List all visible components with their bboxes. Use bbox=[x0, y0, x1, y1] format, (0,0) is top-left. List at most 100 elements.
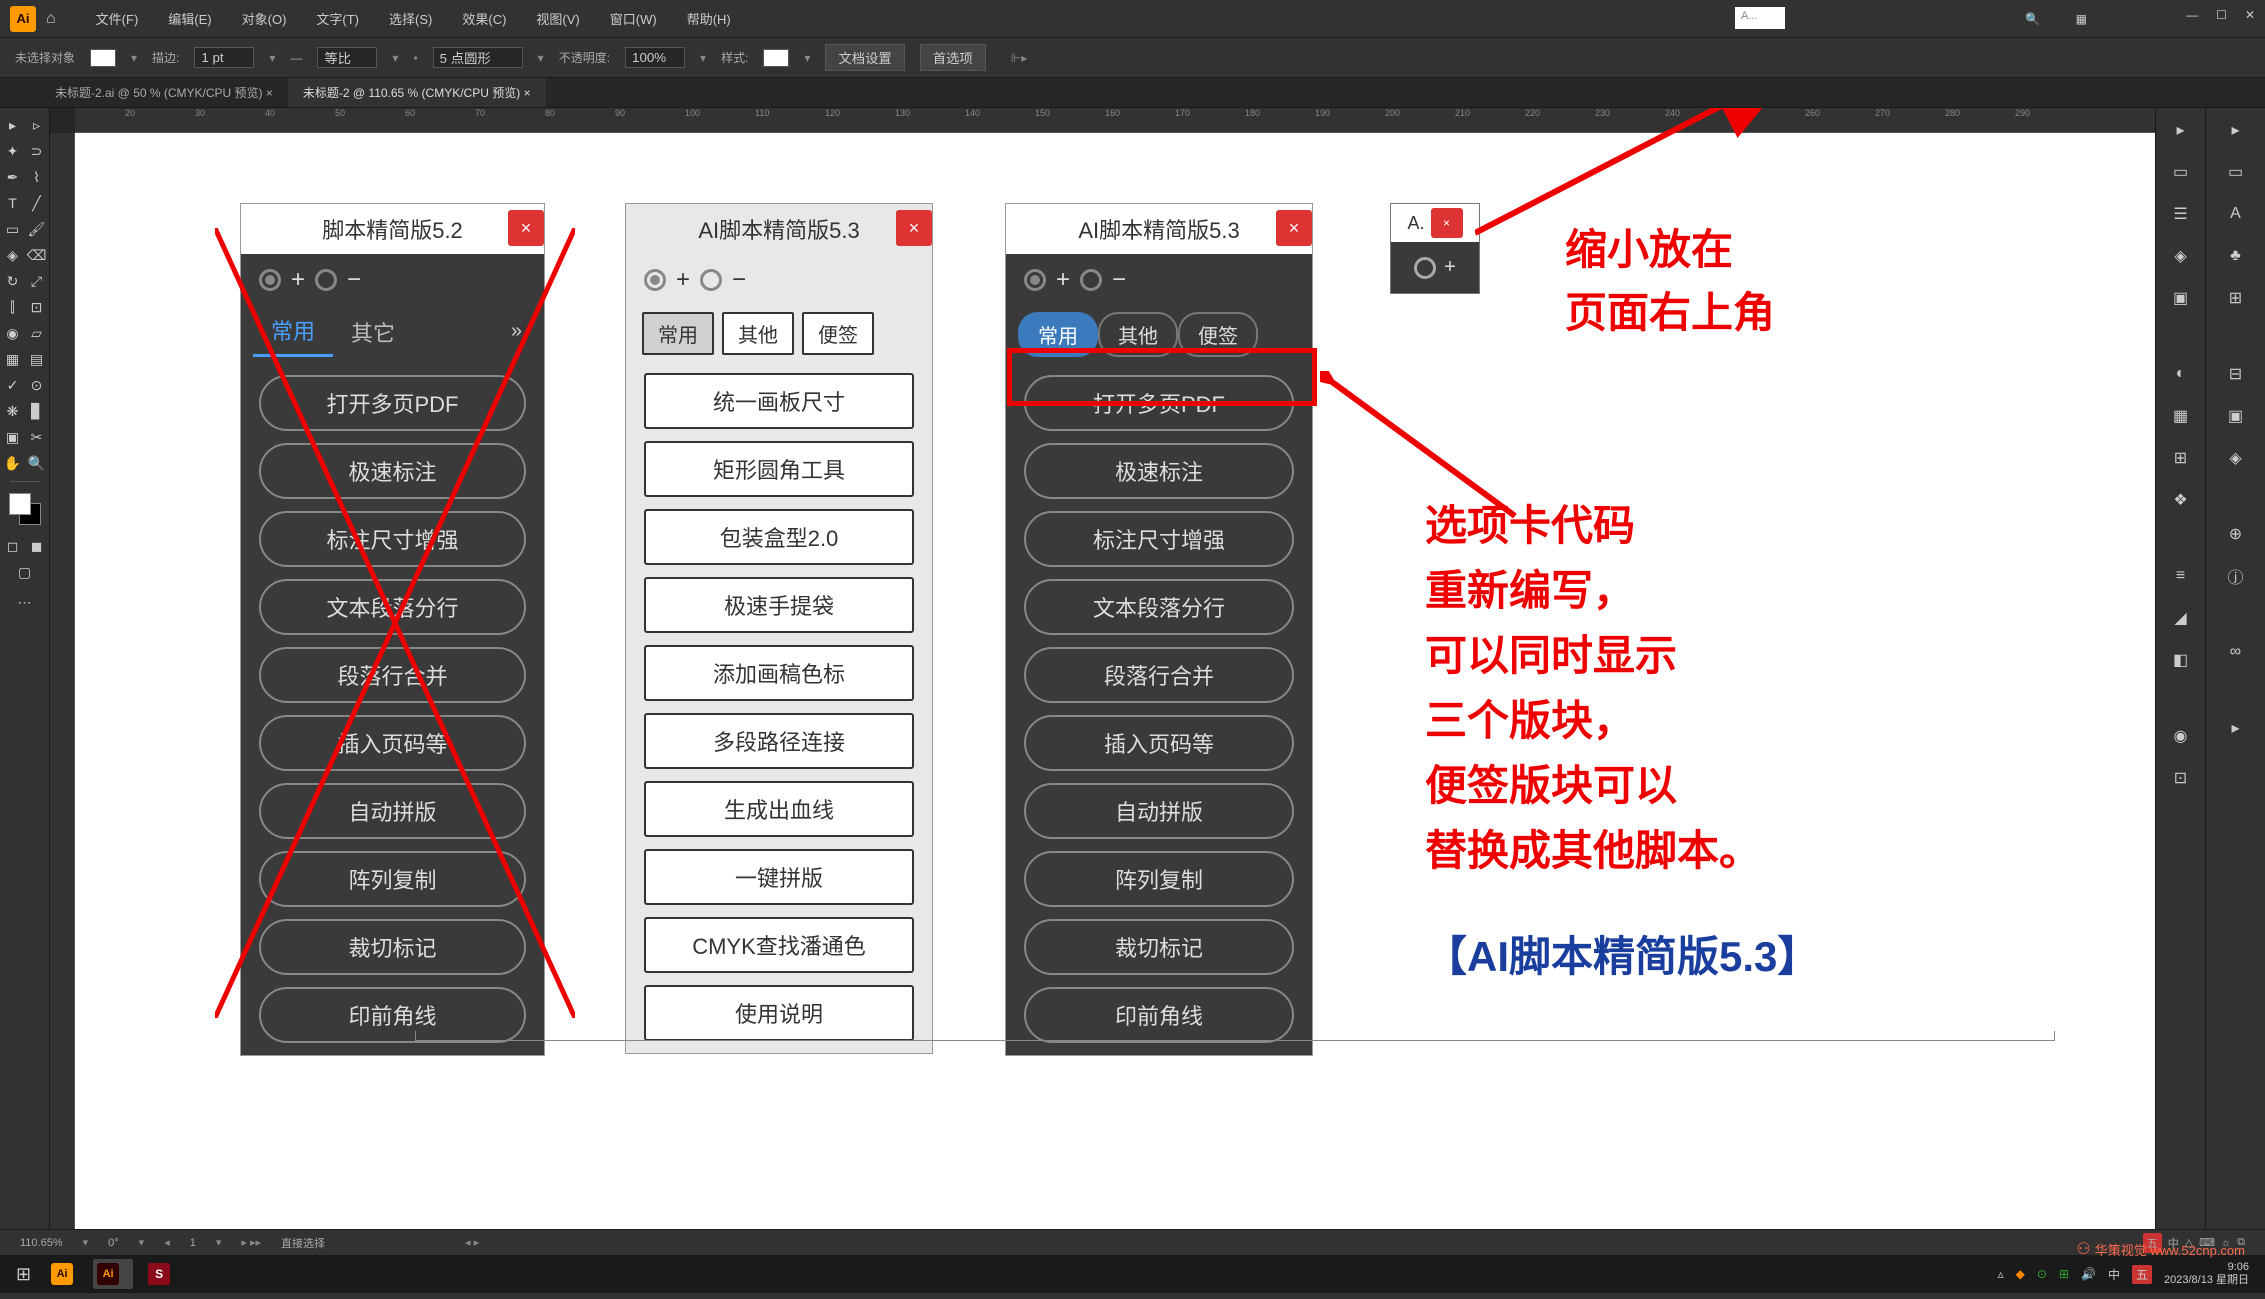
eraser-tool[interactable]: ⌫ bbox=[26, 244, 48, 266]
panel-52-btn-2[interactable]: 标注尺寸增强 bbox=[259, 511, 526, 567]
panel-a-icon[interactable]: ▭ bbox=[2222, 158, 2250, 186]
panel-53-dark-btn-3[interactable]: 文本段落分行 bbox=[1024, 579, 1294, 635]
panel-53-dark-btn-4[interactable]: 段落行合并 bbox=[1024, 647, 1294, 703]
panel-52-close[interactable]: × bbox=[508, 210, 544, 246]
links-icon[interactable]: ∞ bbox=[2222, 638, 2250, 666]
close-icon[interactable]: ✕ bbox=[2245, 8, 2255, 22]
layers-icon[interactable]: ☰ bbox=[2167, 200, 2195, 228]
panel-53-light-radio-2[interactable] bbox=[700, 269, 722, 291]
menu-select[interactable]: 选择(S) bbox=[374, 9, 447, 28]
draw-mode-behind[interactable]: ◼ bbox=[26, 535, 48, 557]
panel-53-dark-tab-other[interactable]: 其他 bbox=[1098, 312, 1178, 357]
uniform-input[interactable] bbox=[317, 47, 377, 68]
shape-input[interactable] bbox=[433, 47, 523, 68]
doc-tab-1[interactable]: 未标题-2.ai @ 50 % (CMYK/CPU 预览) × bbox=[40, 78, 288, 107]
stroke-panel-icon[interactable]: ≡ bbox=[2167, 562, 2195, 590]
fg-color[interactable] bbox=[9, 493, 31, 515]
stroke-weight-input[interactable] bbox=[194, 47, 254, 68]
prefs-button[interactable]: 首选项 bbox=[920, 44, 986, 71]
tray-icon-1[interactable]: ▵ bbox=[1998, 1267, 2004, 1281]
align-icon[interactable]: ⊩▸ bbox=[1011, 51, 1027, 65]
shape-builder-tool[interactable]: ◉ bbox=[2, 322, 24, 344]
tray-vol-icon[interactable]: 🔊 bbox=[2081, 1267, 2096, 1281]
zoom-value[interactable]: 110.65% bbox=[20, 1237, 63, 1249]
panel-52-btn-7[interactable]: 阵列复制 bbox=[259, 851, 526, 907]
home-icon[interactable]: ⌂ bbox=[46, 10, 56, 28]
panel-52-radio-1[interactable] bbox=[259, 269, 281, 291]
artboard-tool[interactable]: ▣ bbox=[2, 426, 24, 448]
comments-icon[interactable]: ▸ bbox=[2222, 116, 2250, 144]
app-logo[interactable]: Ai bbox=[10, 6, 36, 32]
panel-53-light-btn-5[interactable]: 多段路径连接 bbox=[644, 713, 914, 769]
panel-52-btn-3[interactable]: 文本段落分行 bbox=[259, 579, 526, 635]
menu-edit[interactable]: 编辑(E) bbox=[153, 9, 226, 28]
tray-icon-2[interactable]: ◆ bbox=[2016, 1267, 2025, 1281]
rotate-tool[interactable]: ↻ bbox=[2, 270, 24, 292]
doc-tab-2[interactable]: 未标题-2 @ 110.65 % (CMYK/CPU 预览) × bbox=[288, 78, 546, 107]
menu-file[interactable]: 文件(F) bbox=[81, 9, 154, 28]
type-tool[interactable]: T bbox=[2, 192, 24, 214]
selection-tool[interactable]: ▸ bbox=[2, 114, 24, 136]
mesh-tool[interactable]: ▦ bbox=[2, 348, 24, 370]
artboard-nav[interactable]: 1 bbox=[190, 1237, 196, 1249]
gradient-tool[interactable]: ▤ bbox=[26, 348, 48, 370]
libraries-icon[interactable]: ▭ bbox=[2167, 158, 2195, 186]
zoom-tool[interactable]: 🔍 bbox=[26, 452, 48, 474]
workspace-icon[interactable]: ▦ bbox=[2076, 12, 2087, 26]
rectangle-tool[interactable]: ▭ bbox=[2, 218, 24, 240]
draw-mode-normal[interactable]: ◻ bbox=[2, 535, 24, 557]
paintbrush-tool[interactable]: 🖌 bbox=[26, 218, 48, 240]
panel-53-dark-radio-2[interactable] bbox=[1080, 269, 1102, 291]
graph-tool[interactable]: ▊ bbox=[26, 400, 48, 422]
pen-tool[interactable]: ✒ bbox=[2, 166, 24, 188]
panel-53-light-tab-other[interactable]: 其他 bbox=[722, 312, 794, 355]
doc-setup-button[interactable]: 文档设置 bbox=[825, 44, 904, 71]
panel-d-icon[interactable]: ⊞ bbox=[2222, 284, 2250, 312]
panel-53-dark-radio-1[interactable] bbox=[1024, 269, 1046, 291]
fill-swatch[interactable] bbox=[90, 49, 116, 67]
line-tool[interactable]: ╱ bbox=[26, 192, 48, 214]
appearance-icon[interactable]: ◉ bbox=[2167, 722, 2195, 750]
panel-53-dark-btn-0[interactable]: 打开多页PDF bbox=[1024, 375, 1294, 431]
tray-ime-1[interactable]: 中 bbox=[2108, 1266, 2120, 1283]
menu-object[interactable]: 对象(O) bbox=[227, 9, 302, 28]
panel-52-btn-8[interactable]: 裁切标记 bbox=[259, 919, 526, 975]
brushes-icon[interactable]: ⊞ bbox=[2167, 444, 2195, 472]
panel-53-light-btn-6[interactable]: 生成出血线 bbox=[644, 781, 914, 837]
lasso-tool[interactable]: ⊃ bbox=[26, 140, 48, 162]
panel-52-btn-4[interactable]: 段落行合并 bbox=[259, 647, 526, 703]
color-icon[interactable]: ◐ bbox=[2167, 360, 2195, 388]
panel-53-dark-btn-8[interactable]: 裁切标记 bbox=[1024, 919, 1294, 975]
panel-53-dark-tab-note[interactable]: 便签 bbox=[1178, 312, 1258, 357]
asset-icon[interactable]: ◈ bbox=[2167, 242, 2195, 270]
shaper-tool[interactable]: ◈ bbox=[2, 244, 24, 266]
panel-53-light-btn-0[interactable]: 统一画板尺寸 bbox=[644, 373, 914, 429]
width-tool[interactable]: ⫿ bbox=[2, 296, 24, 318]
panel-52-tab-other[interactable]: 其它 bbox=[333, 308, 413, 356]
swatches-icon[interactable]: ▦ bbox=[2167, 402, 2195, 430]
canvas[interactable]: 脚本精简版5.2 × + − 常用 其它 » 打开多页PDF 极速标注 bbox=[75, 133, 2155, 1229]
properties-icon[interactable]: ▸ bbox=[2167, 116, 2195, 144]
panel-52-radio-2[interactable] bbox=[315, 269, 337, 291]
color-picker[interactable] bbox=[9, 493, 41, 525]
search-icon[interactable]: 🔍 bbox=[2025, 12, 2040, 26]
hand-tool[interactable]: ✋ bbox=[2, 452, 24, 474]
search-top[interactable]: A... bbox=[1735, 7, 1785, 29]
panel-53-light-tab-common[interactable]: 常用 bbox=[642, 312, 714, 355]
symbol-sprayer-tool[interactable]: ❋ bbox=[2, 400, 24, 422]
eyedropper-tool[interactable]: ✓ bbox=[2, 374, 24, 396]
curvature-tool[interactable]: ⌇ bbox=[26, 166, 48, 188]
perspective-tool[interactable]: ▱ bbox=[26, 322, 48, 344]
panel-53-dark-btn-2[interactable]: 标注尺寸增强 bbox=[1024, 511, 1294, 567]
pathfinder-icon[interactable]: ◈ bbox=[2222, 444, 2250, 472]
artboards-icon[interactable]: ▣ bbox=[2167, 284, 2195, 312]
panel-52-btn-5[interactable]: 插入页码等 bbox=[259, 715, 526, 771]
magic-wand-tool[interactable]: ✦ bbox=[2, 140, 24, 162]
menu-type[interactable]: 文字(T) bbox=[301, 9, 374, 28]
start-button[interactable]: ⊞ bbox=[6, 1264, 41, 1285]
opacity-input[interactable] bbox=[625, 47, 685, 68]
edit-toolbar[interactable]: ⋯ bbox=[14, 591, 36, 613]
free-transform-tool[interactable]: ⊡ bbox=[26, 296, 48, 318]
tray-ime-2[interactable]: 五 bbox=[2132, 1265, 2152, 1284]
panel-53-light-tab-note[interactable]: 便签 bbox=[802, 312, 874, 355]
